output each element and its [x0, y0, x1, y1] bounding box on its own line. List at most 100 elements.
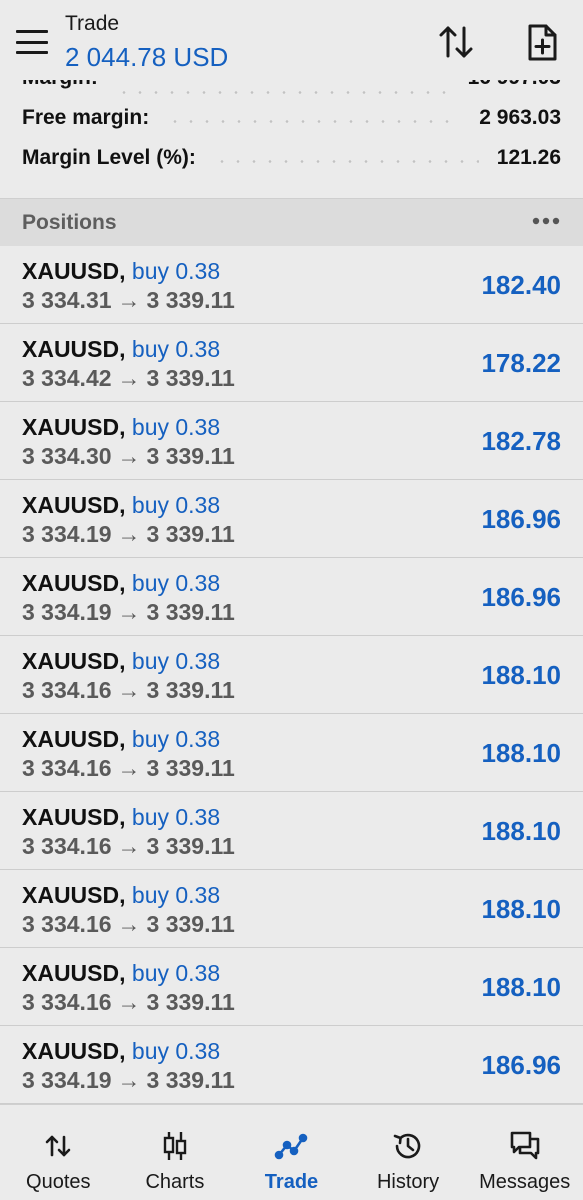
nav-messages[interactable]: Messages [466, 1105, 583, 1200]
app-header: Trade 2 044.78 USD [0, 0, 583, 80]
margin-value: 16 997.03 [468, 80, 561, 90]
position-row[interactable]: XAUUSD, buy 0.38 3 334.42 → 3 339.11 178.2… [0, 324, 583, 402]
account-balance: 2 044.78 USD [65, 42, 229, 72]
position-title: XAUUSD, buy 0.38 [22, 570, 220, 597]
current-price: 3 339.11 [146, 755, 235, 781]
position-type: buy 0.38 [131, 726, 221, 752]
position-type: buy 0.38 [131, 570, 221, 596]
position-row[interactable]: XAUUSD, buy 0.38 3 334.19 → 3 339.11 186.9… [0, 480, 583, 558]
more-options-icon[interactable] [531, 213, 561, 229]
current-price: 3 339.11 [146, 521, 235, 547]
open-price: 3 334.19 [22, 599, 112, 625]
open-price: 3 334.16 [22, 833, 112, 859]
position-row[interactable]: XAUUSD, buy 0.38 3 334.16 → 3 339.11 188.1… [0, 714, 583, 792]
position-symbol: XAUUSD, [22, 960, 126, 986]
position-profit: 188.10 [481, 894, 561, 924]
position-title: XAUUSD, buy 0.38 [22, 492, 220, 519]
position-row[interactable]: XAUUSD, buy 0.38 3 334.31 → 3 339.11 182.4… [0, 246, 583, 324]
nav-messages-label: Messages [479, 1171, 571, 1193]
nav-history-label: History [376, 1171, 440, 1193]
current-price: 3 339.11 [146, 1067, 235, 1093]
position-type: buy 0.38 [131, 258, 221, 284]
quotes-icon [45, 1135, 71, 1157]
position-title: XAUUSD, buy 0.38 [22, 804, 220, 831]
bottom-nav: Quotes Charts Trade History Messages [0, 1104, 583, 1200]
position-profit: 186.96 [481, 582, 561, 612]
current-price: 3 339.11 [146, 599, 235, 625]
price-arrow: → [117, 1067, 141, 1093]
position-title: XAUUSD, buy 0.38 [22, 1038, 220, 1065]
open-price: 3 334.16 [22, 755, 112, 781]
dotted-leader [167, 119, 462, 123]
position-title: XAUUSD, buy 0.38 [22, 336, 220, 363]
position-title: XAUUSD, buy 0.38 [22, 258, 220, 285]
position-row[interactable]: XAUUSD, buy 0.38 3 334.16 → 3 339.11 188.1… [0, 870, 583, 948]
dotted-leader [213, 159, 479, 163]
position-type: buy 0.38 [131, 648, 221, 674]
sort-icon[interactable] [436, 22, 476, 62]
current-price: 3 339.11 [146, 911, 235, 937]
free-margin-label: Free margin: [22, 106, 150, 129]
open-price: 3 334.19 [22, 521, 112, 547]
nav-history[interactable]: History [350, 1105, 467, 1200]
current-price: 3 339.11 [146, 989, 235, 1015]
position-row[interactable]: XAUUSD, buy 0.38 3 334.30 → 3 339.11 182.7… [0, 402, 583, 480]
messages-icon [510, 1131, 539, 1160]
nav-quotes[interactable]: Quotes [0, 1105, 117, 1200]
position-symbol: XAUUSD, [22, 1038, 126, 1064]
position-prices: 3 334.16 → 3 339.11 [22, 833, 235, 860]
open-price: 3 334.42 [22, 365, 112, 391]
position-symbol: XAUUSD, [22, 726, 126, 752]
position-symbol: XAUUSD, [22, 258, 126, 284]
current-price: 3 339.11 [146, 287, 235, 313]
position-type: buy 0.38 [131, 336, 221, 362]
open-price: 3 334.16 [22, 677, 112, 703]
position-profit: 186.96 [481, 504, 561, 534]
nav-charts-label: Charts [145, 1171, 205, 1193]
open-price: 3 334.19 [22, 1067, 112, 1093]
position-type: buy 0.38 [131, 1038, 221, 1064]
position-symbol: XAUUSD, [22, 336, 126, 362]
position-row[interactable]: XAUUSD, buy 0.38 3 334.19 → 3 339.11 186.9… [0, 558, 583, 636]
margin-row: Margin: 16 997.03 [0, 80, 583, 98]
position-prices: 3 334.16 → 3 339.11 [22, 911, 235, 938]
menu-icon[interactable] [14, 26, 50, 58]
position-prices: 3 334.16 → 3 339.11 [22, 677, 235, 704]
position-prices: 3 334.19 → 3 339.11 [22, 1067, 235, 1094]
candlestick-chart-icon [163, 1132, 187, 1160]
position-row[interactable]: XAUUSD, buy 0.38 3 334.19 → 3 339.11 186.9… [0, 1026, 583, 1104]
position-profit: 188.10 [481, 738, 561, 768]
position-title: XAUUSD, buy 0.38 [22, 414, 220, 441]
dotted-leader [115, 90, 450, 94]
position-prices: 3 334.19 → 3 339.11 [22, 599, 235, 626]
price-arrow: → [117, 677, 141, 703]
position-prices: 3 334.16 → 3 339.11 [22, 989, 235, 1016]
nav-charts[interactable]: Charts [117, 1105, 234, 1200]
history-icon [393, 1133, 421, 1159]
price-arrow: → [117, 833, 141, 859]
margin-level-label: Margin Level (%): [22, 146, 196, 169]
position-row[interactable]: XAUUSD, buy 0.38 3 334.16 → 3 339.11 188.1… [0, 636, 583, 714]
margin-level-value: 121.26 [496, 146, 561, 169]
position-prices: 3 334.30 → 3 339.11 [22, 443, 235, 470]
current-price: 3 339.11 [146, 677, 235, 703]
position-profit: 182.40 [481, 270, 561, 300]
position-row[interactable]: XAUUSD, buy 0.38 3 334.16 → 3 339.11 188.1… [0, 948, 583, 1026]
price-arrow: → [117, 989, 141, 1015]
open-price: 3 334.31 [22, 287, 112, 313]
new-order-icon[interactable] [522, 22, 562, 62]
nav-trade[interactable]: Trade [233, 1105, 350, 1200]
position-profit: 188.10 [481, 816, 561, 846]
price-arrow: → [117, 365, 141, 391]
margin-label: Margin: [22, 80, 98, 90]
position-symbol: XAUUSD, [22, 882, 126, 908]
position-title: XAUUSD, buy 0.38 [22, 882, 220, 909]
position-title: XAUUSD, buy 0.38 [22, 648, 220, 675]
position-prices: 3 334.42 → 3 339.11 [22, 365, 235, 392]
position-type: buy 0.38 [131, 804, 221, 830]
position-prices: 3 334.31 → 3 339.11 [22, 287, 235, 314]
current-price: 3 339.11 [146, 443, 235, 469]
position-symbol: XAUUSD, [22, 570, 126, 596]
position-row[interactable]: XAUUSD, buy 0.38 3 334.16 → 3 339.11 188.1… [0, 792, 583, 870]
price-arrow: → [117, 755, 141, 781]
